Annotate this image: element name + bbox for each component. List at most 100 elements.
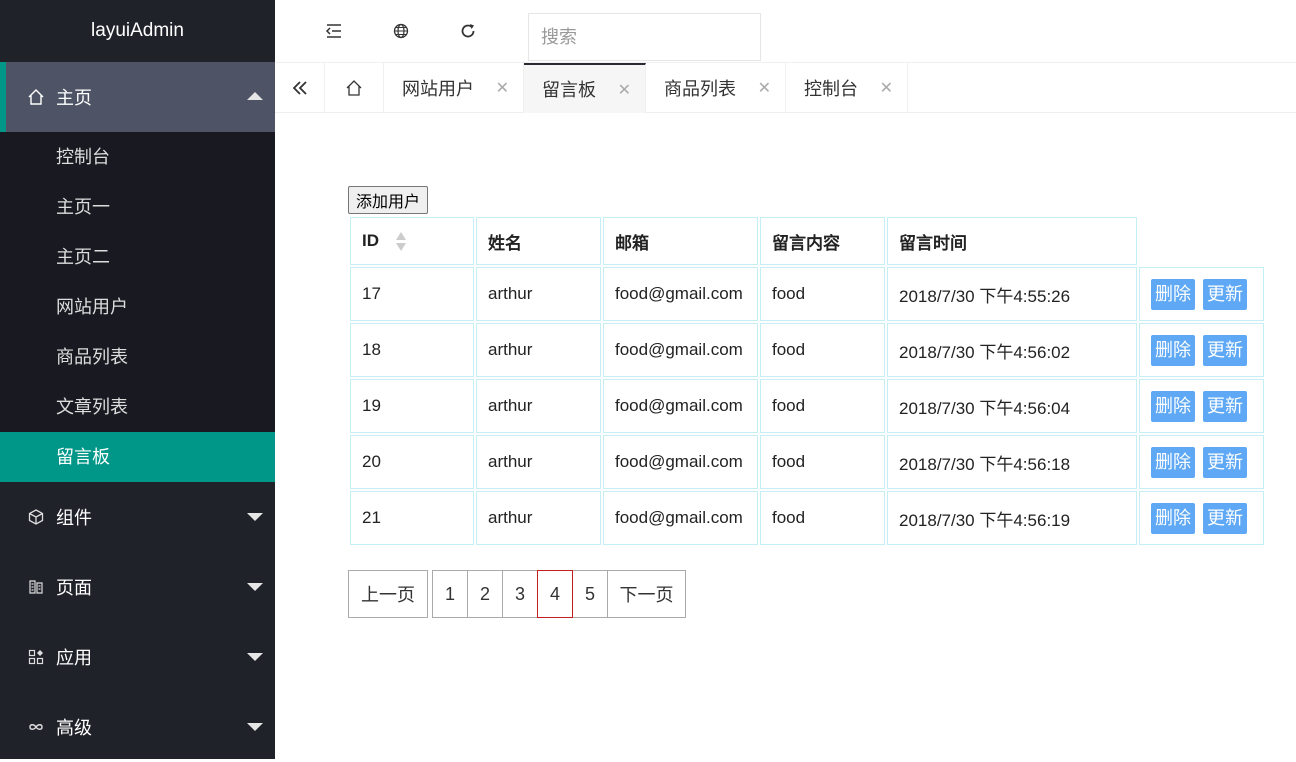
tab-message-board[interactable]: 留言板 ✕ [524, 63, 646, 113]
tab-label: 留言板 [542, 80, 596, 100]
sidebar-subitem-message-board[interactable]: 留言板 [0, 432, 275, 482]
page-button-4-current[interactable]: 4 [537, 570, 573, 618]
chevron-down-icon [247, 723, 263, 731]
sidebar-item-label: 主页 [56, 88, 92, 108]
sidebar-item-label: 应用 [56, 648, 92, 668]
sidebar-subitem-site-users[interactable]: 网站用户 [0, 282, 275, 332]
page-button-2[interactable]: 2 [467, 570, 503, 618]
page-button-1[interactable]: 1 [432, 570, 468, 618]
prev-page-button[interactable]: 上一页 [348, 570, 428, 618]
update-button[interactable]: 更新 [1203, 446, 1247, 478]
update-button[interactable]: 更新 [1203, 390, 1247, 422]
cell-email: food@gmail.com [603, 491, 758, 545]
sidebar-item-home[interactable]: 主页 [0, 62, 275, 132]
cell-email: food@gmail.com [603, 267, 758, 321]
cell-name: arthur [476, 491, 601, 545]
column-header-content: 留言内容 [760, 217, 885, 265]
table-row: 18 arthur food@gmail.com food 2018/7/30 … [350, 323, 1264, 377]
cell-actions: 删除 更新 [1139, 435, 1264, 489]
close-icon[interactable]: ✕ [758, 78, 771, 98]
top-header [275, 0, 1296, 62]
tab-label: 网站用户 [402, 79, 474, 99]
cell-email: food@gmail.com [603, 323, 758, 377]
table-header-row: ID 姓名 邮箱 留言内容 留言时间 [350, 217, 1264, 265]
chevron-down-icon [247, 513, 263, 521]
page-icon [26, 577, 46, 597]
chevron-down-icon [247, 583, 263, 591]
delete-button[interactable]: 删除 [1151, 446, 1195, 478]
refresh-icon[interactable] [458, 21, 478, 41]
update-button[interactable]: 更新 [1203, 278, 1247, 310]
sidebar-subitem-home-two[interactable]: 主页二 [0, 232, 275, 282]
next-page-button[interactable]: 下一页 [607, 570, 686, 618]
table-row: 17 arthur food@gmail.com food 2018/7/30 … [350, 267, 1264, 321]
cell-name: arthur [476, 379, 601, 433]
close-icon[interactable]: ✕ [880, 78, 893, 98]
delete-button[interactable]: 删除 [1151, 278, 1195, 310]
close-icon[interactable]: ✕ [496, 78, 509, 98]
cell-actions: 删除 更新 [1139, 267, 1264, 321]
sidebar-item-label: 高级 [56, 718, 92, 738]
column-header-id[interactable]: ID [350, 217, 474, 265]
column-header-name: 姓名 [476, 217, 601, 265]
cell-id: 21 [350, 491, 474, 545]
table-row: 20 arthur food@gmail.com food 2018/7/30 … [350, 435, 1264, 489]
cell-id: 18 [350, 323, 474, 377]
app-logo[interactable]: layuiAdmin [0, 0, 275, 62]
cell-email: food@gmail.com [603, 435, 758, 489]
cell-actions: 删除 更新 [1139, 379, 1264, 433]
sidebar-subitem-console[interactable]: 控制台 [0, 132, 275, 182]
tab-label: 商品列表 [664, 79, 736, 99]
add-user-button[interactable]: 添加用户 [348, 186, 429, 214]
double-chevron-left-icon [292, 81, 307, 95]
home-submenu: 控制台 主页一 主页二 网站用户 商品列表 文章列表 留言板 [0, 132, 275, 482]
sidebar-item-advanced[interactable]: 高级 [0, 692, 275, 762]
globe-icon[interactable] [391, 21, 411, 41]
tab-console[interactable]: 控制台 ✕ [786, 63, 908, 113]
collapse-menu-icon[interactable] [324, 21, 344, 41]
update-button[interactable]: 更新 [1203, 334, 1247, 366]
cell-name: arthur [476, 267, 601, 321]
cell-actions: 删除 更新 [1139, 323, 1264, 377]
sidebar-item-components[interactable]: 组件 [0, 482, 275, 552]
page-button-5[interactable]: 5 [572, 570, 608, 618]
update-button[interactable]: 更新 [1203, 502, 1247, 534]
cell-content: food [760, 491, 885, 545]
search-input[interactable] [528, 13, 761, 61]
tab-home[interactable] [325, 63, 384, 113]
page-button-3[interactable]: 3 [502, 570, 538, 618]
cube-icon [26, 507, 46, 527]
delete-button[interactable]: 删除 [1151, 334, 1195, 366]
sidebar-subitem-article-list[interactable]: 文章列表 [0, 382, 275, 432]
delete-button[interactable]: 删除 [1151, 390, 1195, 422]
chevron-up-icon [247, 92, 263, 100]
cell-name: arthur [476, 435, 601, 489]
sidebar-item-apps[interactable]: 应用 [0, 622, 275, 692]
main-content: 添加用户 ID 姓名 邮箱 留言内容 留言时间 17 arthur food@g… [275, 113, 1296, 759]
tab-product-list[interactable]: 商品列表 ✕ [646, 63, 786, 113]
sort-icon[interactable] [395, 232, 406, 251]
sidebar-item-label: 页面 [56, 578, 92, 598]
delete-button[interactable]: 删除 [1151, 502, 1195, 534]
message-table: ID 姓名 邮箱 留言内容 留言时间 17 arthur food@gmail.… [348, 215, 1266, 547]
cell-time: 2018/7/30 下午4:55:26 [887, 267, 1137, 321]
column-header-email: 邮箱 [603, 217, 758, 265]
cell-time: 2018/7/30 下午4:56:04 [887, 379, 1137, 433]
tab-label: 控制台 [804, 79, 858, 99]
cell-content: food [760, 379, 885, 433]
sidebar-subitem-home-one[interactable]: 主页一 [0, 182, 275, 232]
sidebar-subitem-product-list[interactable]: 商品列表 [0, 332, 275, 382]
cell-id: 20 [350, 435, 474, 489]
column-header-actions [1139, 217, 1264, 265]
close-icon[interactable]: ✕ [618, 80, 631, 100]
home-icon [26, 87, 46, 107]
sidebar-item-pages[interactable]: 页面 [0, 552, 275, 622]
cell-name: arthur [476, 323, 601, 377]
tabs-scroll-left-button[interactable] [275, 63, 325, 113]
infinity-icon [26, 717, 46, 737]
cell-time: 2018/7/30 下午4:56:18 [887, 435, 1137, 489]
cell-actions: 删除 更新 [1139, 491, 1264, 545]
table-row: 19 arthur food@gmail.com food 2018/7/30 … [350, 379, 1264, 433]
home-icon [346, 80, 362, 96]
tab-site-users[interactable]: 网站用户 ✕ [384, 63, 524, 113]
